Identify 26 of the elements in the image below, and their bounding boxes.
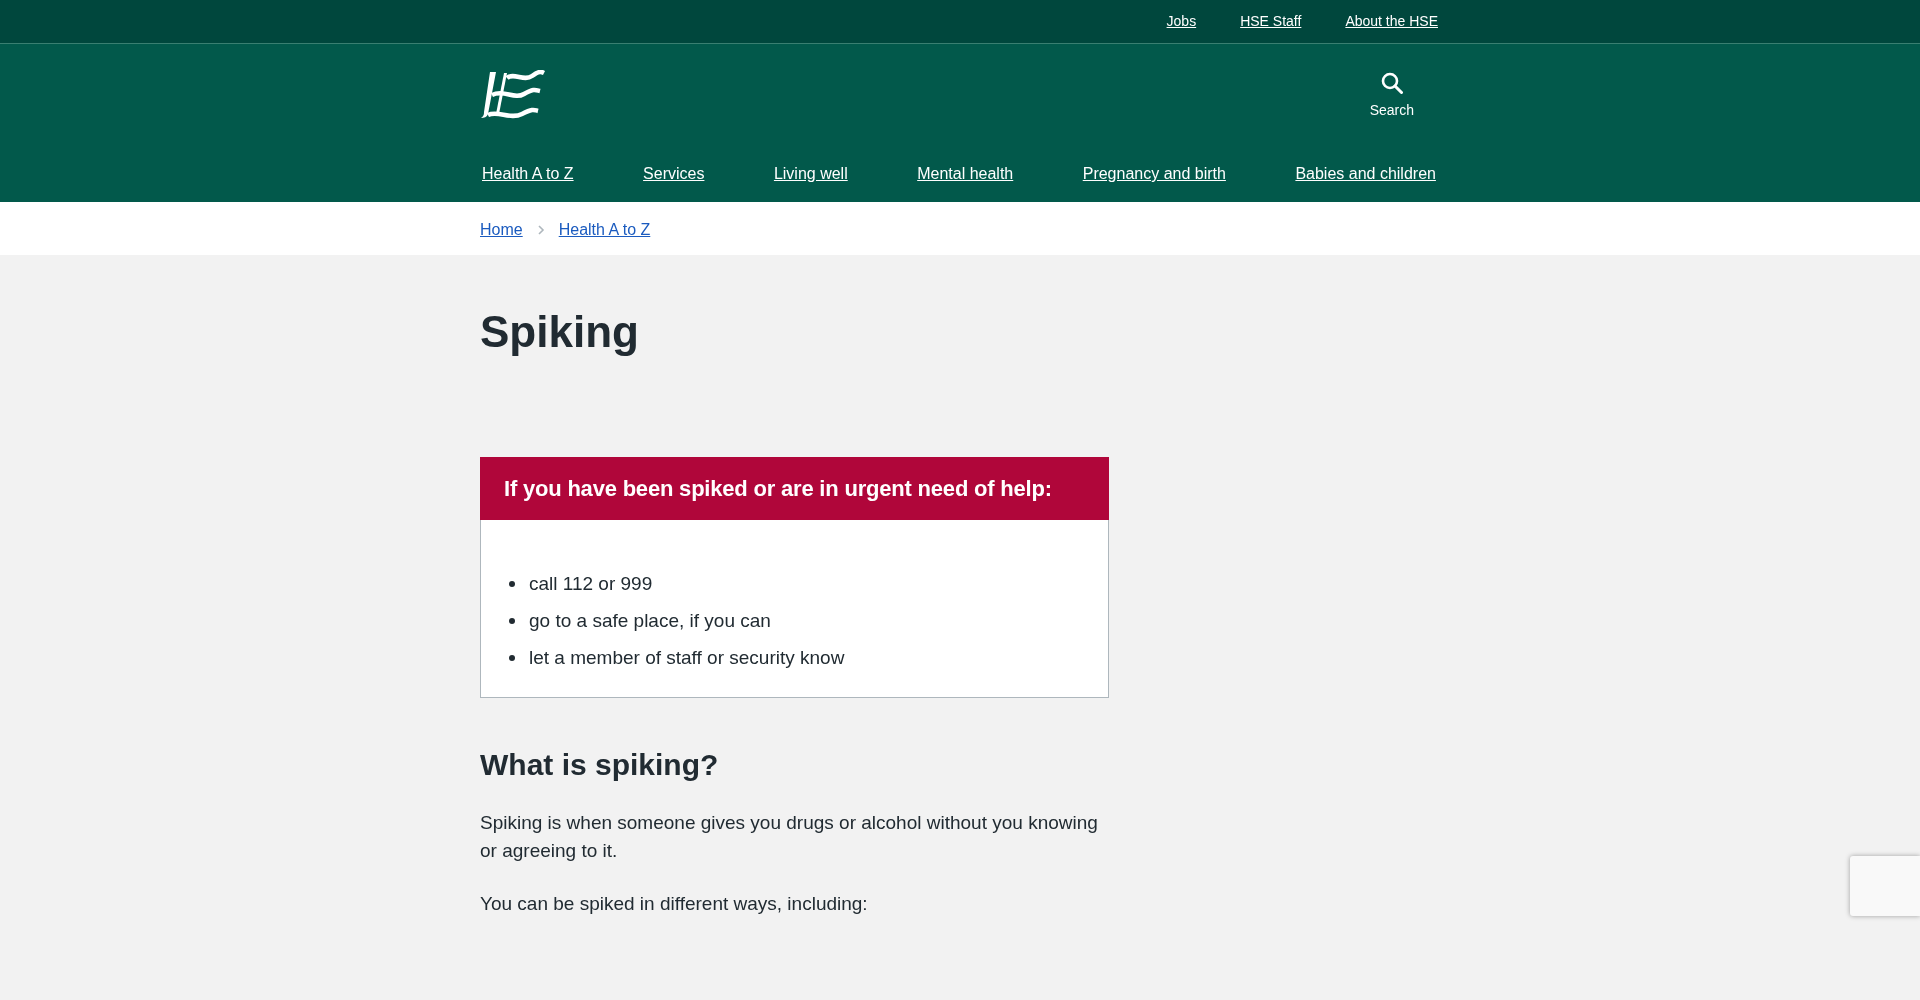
list-item-text: go to a safe place, if you can <box>529 609 771 633</box>
top-link[interactable]: Jobs <box>1166 13 1197 30</box>
section-heading: What is spiking? <box>480 747 720 783</box>
bullet-icon <box>509 655 515 661</box>
search-button[interactable]: Search <box>1369 72 1414 119</box>
top-link[interactable]: About the HSE <box>1345 13 1438 30</box>
bullet-icon <box>509 618 515 624</box>
nav-link[interactable]: Pregnancy and birth <box>1082 162 1226 186</box>
site-logo[interactable] <box>480 70 546 120</box>
page-title: Spiking <box>480 306 640 358</box>
nav-link[interactable]: Babies and children <box>1295 162 1436 186</box>
breadcrumb-link[interactable]: Health A to Z <box>558 218 651 241</box>
chevron-icon <box>536 223 545 236</box>
paragraph: Spiking is when someone gives you drugs or alcohol without you knowing or agreeing to it. <box>480 811 1099 863</box>
nav-link[interactable]: Health A to Z <box>482 162 574 186</box>
breadcrumb-link[interactable]: Home <box>480 218 523 241</box>
list-item-text: call 112 or 999 <box>529 572 653 596</box>
nav-link[interactable]: Living well <box>773 162 848 186</box>
bullet-icon <box>509 581 515 587</box>
nav-link[interactable]: Services <box>643 162 705 186</box>
urgent-heading: If you have been spiked or are in urgent need of help: <box>480 457 1109 520</box>
paragraph: You can be spiked in different ways, including: <box>480 892 869 916</box>
search-icon <box>1380 72 1403 94</box>
list-item-text: let a member of staff or security know <box>529 646 845 670</box>
top-link[interactable]: HSE Staff <box>1240 13 1302 30</box>
nav-link[interactable]: Mental health <box>917 162 1014 186</box>
